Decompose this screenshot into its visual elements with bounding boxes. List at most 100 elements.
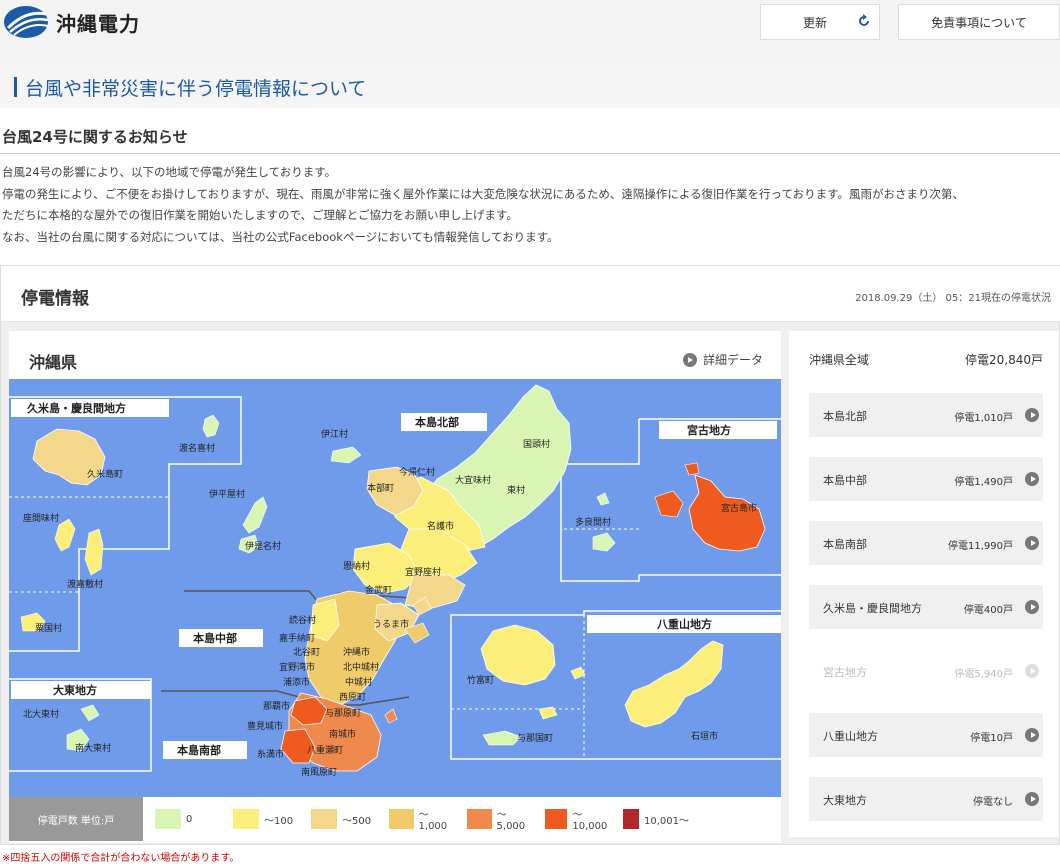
muni-label-aguni: 粟国村: [35, 622, 62, 634]
summary-row-hontou-central[interactable]: 本島中部 停電1,490戸: [809, 457, 1043, 501]
summary-row-daito[interactable]: 大東地方 停電なし: [809, 777, 1043, 821]
taketomi-islands: [570, 666, 586, 680]
muni-label-kunigami: 国頭村: [523, 438, 550, 450]
legend-swatch: [311, 809, 337, 829]
refresh-icon: [859, 14, 869, 26]
legend-item: 〜100: [233, 809, 299, 829]
ie-island: [330, 446, 362, 464]
summary-row-name: 大東地方: [823, 794, 867, 807]
play-circle-icon: [1025, 664, 1039, 678]
summary-panel: 沖縄県全域 停電20,840戸 本島北部 停電1,010戸 本島中部 停電1,4…: [789, 331, 1059, 837]
summary-row-miyako[interactable]: 宮古地方 停電5,940戸: [809, 649, 1043, 693]
muni-label-miyakojima: 宮古島市: [721, 502, 757, 514]
legend-item: 〜1,000: [389, 806, 455, 832]
play-circle-icon: [1025, 536, 1039, 550]
legend-swatch: [623, 809, 639, 829]
refresh-label: 更新: [802, 15, 827, 30]
ikema-shape: [684, 462, 700, 476]
ginoza-kin-shape: [404, 574, 466, 610]
region-label-hontou-central: 本島中部: [193, 631, 237, 645]
disclaimer-button[interactable]: 免責事項について: [898, 4, 1060, 40]
legend-swatch: [545, 809, 568, 829]
muni-label-ginoza: 宜野座村: [405, 566, 441, 578]
header: 沖縄電力 更新 免責事項について: [0, 0, 1060, 66]
play-circle-icon: [682, 352, 697, 367]
tarama-shape: [592, 532, 616, 552]
total-row: 沖縄県全域 停電20,840戸: [809, 351, 1043, 368]
muni-label-tonaki: 渡名喜村: [179, 442, 215, 454]
region-label-hontou-south: 本島南部: [177, 743, 221, 757]
refresh-button[interactable]: 更新: [760, 4, 880, 40]
notice-line: 停電の発生により、ご不便をお掛けしておりますが、現在、雨風が非常に強く屋外作業に…: [2, 186, 964, 201]
legend-swatch: [233, 809, 259, 829]
notice-line: ただちに本格的な屋外での復旧作業を開始いたしますので、ご理解とご協力をお願い申し…: [2, 208, 518, 222]
notice-line: なお、当社の台風に関する対応については、当社の公式Facebookページにおいて…: [2, 229, 559, 244]
muni-label-nanjo: 南城市: [329, 728, 356, 740]
iheya-island: [242, 496, 268, 534]
muni-label-onna: 恩納村: [343, 560, 370, 572]
map-title: 沖縄県: [29, 353, 78, 372]
muni-label-kitadaito: 北大東村: [23, 708, 59, 720]
outage-panel: 停電情報 2018.09.29（土） 05：21現在の停電状況 沖縄県 詳細デー…: [0, 265, 1060, 845]
summary-row-value: 停電10戸: [970, 733, 1013, 744]
summary-row-kume-kerama[interactable]: 久米島・慶良間地方 停電400戸: [809, 585, 1043, 629]
footnote: ※四捨五入の関係で合計が合わない場合があります。: [2, 853, 240, 864]
legend-item: 〜5,000: [467, 806, 533, 832]
legend-swatch: [467, 809, 492, 829]
tonaki-island: [202, 414, 220, 438]
muni-label-zamami: 座間味村: [23, 512, 59, 524]
muni-label-yomitan: 読谷村: [289, 614, 316, 626]
legend-item: 〜10,000: [545, 806, 611, 832]
muni-label-tarama: 多良間村: [575, 516, 611, 528]
region-label-yaeyama: 八重山地方: [656, 617, 712, 631]
minna-shape: [596, 492, 610, 506]
yonaguni-shape: [482, 730, 522, 746]
legend: 停電戸数 単位:戸 0 〜100 〜500 〜1,000 〜5,000 〜10,…: [9, 797, 781, 841]
muni-label-yonabaru: 与那原町: [325, 708, 361, 719]
tokashiki-shape: [84, 528, 104, 576]
muni-label-itoman: 糸満市: [257, 748, 284, 760]
summary-row-name: 八重山地方: [823, 730, 878, 743]
notice-title: 台風24号に関するお知らせ: [0, 120, 1060, 154]
legend-item: 〜500: [311, 809, 377, 829]
muni-label-nago: 名護市: [427, 520, 454, 532]
legend-swatch: [155, 809, 181, 829]
page-title: 台風や非常災害に伴う停電情報について: [25, 77, 367, 100]
detail-data-label: 詳細データ: [702, 353, 763, 367]
muni-label-urasoe: 浦添市: [283, 676, 310, 688]
muni-label-iheya: 伊平屋村: [209, 488, 245, 500]
muni-label-okinawa: 沖縄市: [343, 646, 370, 658]
play-circle-icon: [1025, 792, 1039, 806]
play-circle-icon: [1025, 472, 1039, 486]
outage-title: 停電情報: [21, 289, 89, 309]
muni-label-yaese: 八重瀬町: [307, 744, 343, 756]
okiden-logo[interactable]: 沖縄電力: [2, 4, 140, 40]
logo-text: 沖縄電力: [56, 11, 140, 36]
okinawa-outage-map[interactable]: 久米島・慶良間地方 本島北部 宮古地方 本島中部 八重山地方 大東地方 本島南部: [9, 379, 781, 797]
kitadaito-shape: [80, 704, 100, 722]
outage-datetime: 2018.09.29（土） 05：21現在の停電状況: [855, 293, 1051, 304]
legend-title: 停電戸数 単位:戸: [9, 797, 143, 841]
summary-row-hontou-north[interactable]: 本島北部 停電1,010戸: [809, 393, 1043, 437]
page-title-bar: 台風や非常災害に伴う停電情報について: [0, 66, 1060, 108]
summary-row-hontou-south[interactable]: 本島南部 停電11,990戸: [809, 521, 1043, 565]
map-card: 沖縄県 詳細データ 久米島・慶良間地方 本島北部 宮古地方 本島中部 八重山地方…: [9, 331, 781, 843]
legend-item: 0: [155, 809, 221, 829]
play-circle-icon: [1025, 600, 1039, 614]
summary-row-value: 停電なし: [973, 797, 1013, 808]
play-circle-icon: [1025, 408, 1039, 422]
region-label-hontou-north: 本島北部: [415, 415, 459, 429]
detail-data-link[interactable]: 詳細データ: [682, 351, 763, 368]
muni-label-motobu: 本部町: [367, 482, 394, 494]
okiden-logo-icon: [4, 6, 49, 38]
muni-label-tokashiki: 渡嘉敷村: [67, 578, 103, 590]
irabu-shape: [654, 490, 684, 518]
legend-label: 〜100: [264, 815, 294, 827]
summary-row-name: 本島南部: [823, 538, 867, 551]
notice-line: 台風24号の影響により、以下の地域で停電が発生しております。: [2, 165, 337, 179]
summary-row-name: 本島中部: [823, 474, 867, 487]
summary-row-yaeyama[interactable]: 八重山地方 停電10戸: [809, 713, 1043, 757]
muni-label-kumejima: 久米島町: [87, 468, 123, 480]
muni-label-nishihara: 西原町: [339, 692, 366, 703]
total-value: 停電20,840戸: [965, 353, 1043, 367]
